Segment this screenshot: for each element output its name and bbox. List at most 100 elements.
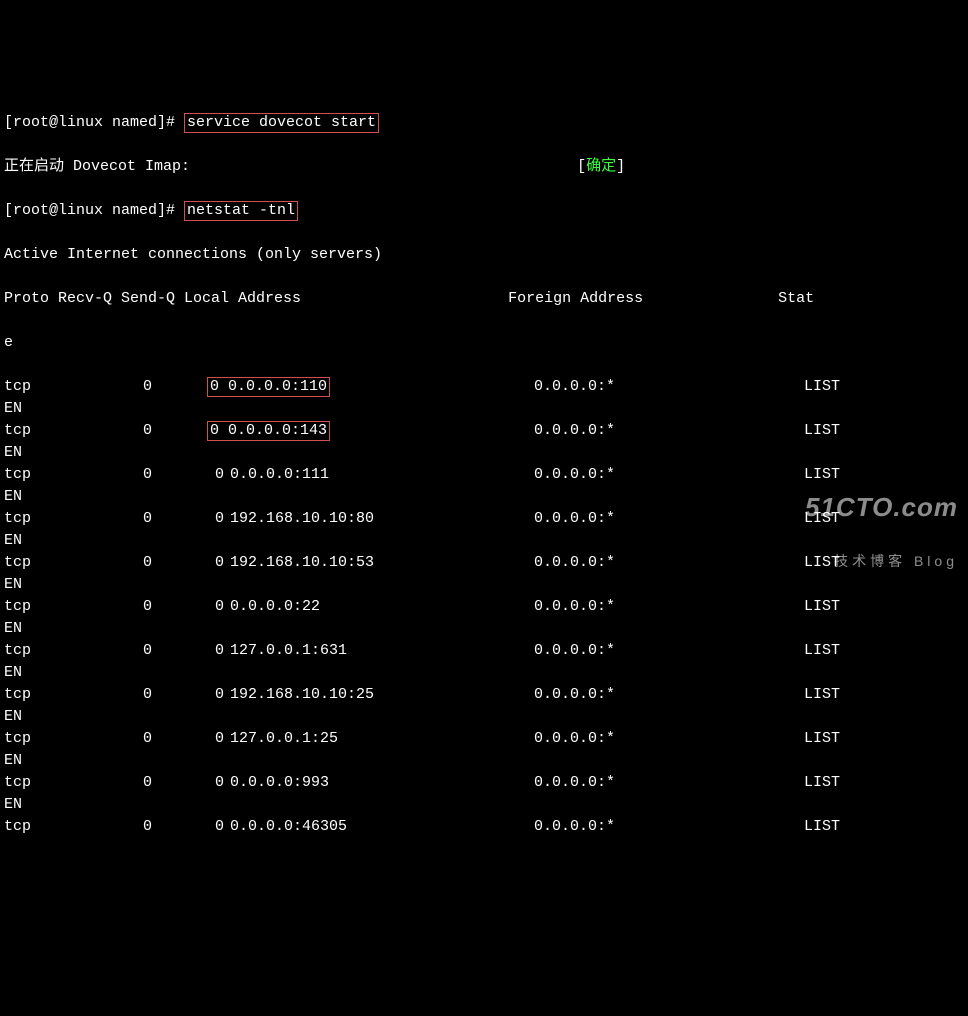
col-foreign: 0.0.0.0:* xyxy=(534,684,804,706)
terminal[interactable]: [root@linux named]# service dovecot star… xyxy=(0,88,968,862)
col-sendq: 0 xyxy=(152,552,224,574)
cmd-line-2: [root@linux named]# netstat -tnl xyxy=(4,200,964,222)
col-sendq: 0 xyxy=(152,728,224,750)
col-recvq: 0 xyxy=(74,420,152,442)
netstat-row: tcp00127.0.0.1:6310.0.0.0:*LIST xyxy=(4,640,964,662)
col-foreign: 0.0.0.0:* xyxy=(534,464,804,486)
col-recvq: 0 xyxy=(74,772,152,794)
col-state: LIST xyxy=(804,420,864,442)
header-state: Stat xyxy=(778,290,814,307)
col-recvq: 0 xyxy=(74,508,152,530)
state-wrap: EN xyxy=(4,486,964,508)
highlight-box: 0 0.0.0.0:110 xyxy=(207,377,330,397)
col-state: LIST xyxy=(804,376,864,398)
state-wrap: EN xyxy=(4,398,964,420)
active-connections-line: Active Internet connections (only server… xyxy=(4,244,964,266)
bracket-close: ] xyxy=(616,158,625,175)
netstat-header: Proto Recv-Q Send-Q Local Address Foreig… xyxy=(4,288,964,310)
col-proto: tcp xyxy=(4,816,74,838)
netstat-rows: tcp00 0.0.0.0:1100.0.0.0:*LISTENtcp00 0.… xyxy=(4,376,964,838)
header-foreign: Foreign Address xyxy=(508,290,643,307)
highlight-box: 0 0.0.0.0:143 xyxy=(207,421,330,441)
col-proto: tcp xyxy=(4,640,74,662)
netstat-row: tcp000.0.0.0:1110.0.0.0:*LIST xyxy=(4,464,964,486)
col-recvq: 0 xyxy=(74,464,152,486)
col-proto: tcp xyxy=(4,376,74,398)
col-local: 127.0.0.1:631 xyxy=(224,640,534,662)
netstat-row: tcp000.0.0.0:220.0.0.0:*LIST xyxy=(4,596,964,618)
netstat-row: tcp000.0.0.0:9930.0.0.0:*LIST xyxy=(4,772,964,794)
col-foreign: 0.0.0.0:* xyxy=(534,772,804,794)
col-local: 192.168.10.10:53 xyxy=(224,552,534,574)
netstat-row: tcp0 0 0.0.0.0:110 0.0.0.0:*LIST xyxy=(4,376,964,398)
col-recvq: 0 xyxy=(74,816,152,838)
col-recvq: 0 xyxy=(74,596,152,618)
service-start-line: 正在启动 Dovecot Imap: [确定] xyxy=(4,156,964,178)
col-sendq: 0 xyxy=(152,596,224,618)
col-state: LIST xyxy=(804,816,864,838)
col-foreign: 0.0.0.0:* xyxy=(534,420,804,442)
col-sendq: 0 xyxy=(152,816,224,838)
col-local: 192.168.10.10:80 xyxy=(224,508,534,530)
col-foreign: 0.0.0.0:* xyxy=(534,728,804,750)
col-recvq: 0 xyxy=(74,376,152,398)
col-foreign: 0.0.0.0:* xyxy=(534,596,804,618)
col-recvq: 0 xyxy=(74,728,152,750)
col-state: LIST xyxy=(804,640,864,662)
col-state: LIST xyxy=(804,684,864,706)
state-wrap: EN xyxy=(4,530,964,552)
col-recvq: 0 xyxy=(74,640,152,662)
header-wrap: e xyxy=(4,332,964,354)
col-local: 0.0.0.0:993 xyxy=(224,772,534,794)
shell-prompt: [root@linux named]# xyxy=(4,202,184,219)
col-foreign: 0.0.0.0:* xyxy=(534,376,804,398)
netstat-row: tcp000.0.0.0:463050.0.0.0:*LIST xyxy=(4,816,964,838)
state-wrap: EN xyxy=(4,574,964,596)
col-local: 127.0.0.1:25 xyxy=(224,728,534,750)
status-ok: 确定 xyxy=(586,158,616,175)
state-wrap: EN xyxy=(4,750,964,772)
col-proto: tcp xyxy=(4,728,74,750)
col-state: LIST xyxy=(804,596,864,618)
state-wrap: EN xyxy=(4,706,964,728)
netstat-row: tcp00192.168.10.10:250.0.0.0:*LIST xyxy=(4,684,964,706)
col-sendq: 0 xyxy=(152,508,224,530)
col-proto: tcp xyxy=(4,772,74,794)
col-state: LIST xyxy=(804,772,864,794)
start-message: 正在启动 Dovecot Imap: xyxy=(4,158,190,175)
col-recvq: 0 xyxy=(74,684,152,706)
col-foreign: 0.0.0.0:* xyxy=(534,552,804,574)
col-local: 192.168.10.10:25 xyxy=(224,684,534,706)
command-highlight: service dovecot start xyxy=(184,113,379,133)
col-recvq: 0 xyxy=(74,552,152,574)
col-sendq: 0 xyxy=(152,772,224,794)
col-sendq: 0 xyxy=(152,684,224,706)
col-state: LIST xyxy=(804,552,864,574)
bracket-open: [ xyxy=(577,158,586,175)
col-foreign: 0.0.0.0:* xyxy=(534,508,804,530)
state-wrap: EN xyxy=(4,794,964,816)
cmd-line-1: [root@linux named]# service dovecot star… xyxy=(4,112,964,134)
col-foreign: 0.0.0.0:* xyxy=(534,640,804,662)
netstat-row: tcp00127.0.0.1:250.0.0.0:*LIST xyxy=(4,728,964,750)
col-local: 0.0.0.0:111 xyxy=(224,464,534,486)
col-local: 0.0.0.0:22 xyxy=(224,596,534,618)
col-proto: tcp xyxy=(4,552,74,574)
col-proto: tcp xyxy=(4,464,74,486)
netstat-row: tcp0 0 0.0.0.0:143 0.0.0.0:*LIST xyxy=(4,420,964,442)
state-wrap: EN xyxy=(4,442,964,464)
col-state: LIST xyxy=(804,464,864,486)
col-foreign: 0.0.0.0:* xyxy=(534,816,804,838)
col-sendq: 0 xyxy=(152,640,224,662)
col-proto: tcp xyxy=(4,596,74,618)
col-proto: tcp xyxy=(4,684,74,706)
state-wrap: EN xyxy=(4,618,964,640)
col-proto: tcp xyxy=(4,420,74,442)
header-left: Proto Recv-Q Send-Q Local Address xyxy=(4,290,301,307)
netstat-row: tcp00192.168.10.10:800.0.0.0:*LIST xyxy=(4,508,964,530)
col-sendq: 0 xyxy=(152,464,224,486)
col-local: 0.0.0.0:46305 xyxy=(224,816,534,838)
col-proto: tcp xyxy=(4,508,74,530)
command-highlight: netstat -tnl xyxy=(184,201,298,221)
col-state: LIST xyxy=(804,728,864,750)
